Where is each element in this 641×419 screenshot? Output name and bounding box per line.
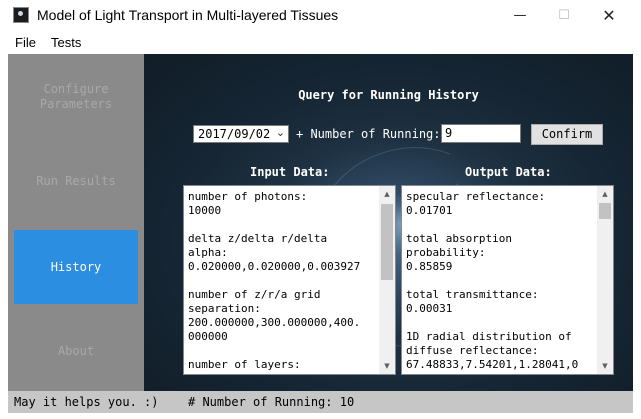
- running-number-label: + Number of Running:: [296, 127, 441, 141]
- menu-tests[interactable]: Tests: [51, 35, 81, 50]
- arrow-down-icon[interactable]: ▼: [379, 358, 395, 374]
- arrow-up-icon[interactable]: ▲: [379, 186, 395, 202]
- sidebar-item-run-results[interactable]: Run Results: [8, 174, 144, 189]
- maximize-button[interactable]: ☐: [541, 0, 587, 31]
- title-bar: Model of Light Transport in Multi-layere…: [0, 0, 641, 31]
- sidebar-item-label: Run Results: [36, 174, 116, 188]
- sidebar-item-label: History: [50, 260, 102, 274]
- sidebar-item-history[interactable]: History: [14, 230, 138, 304]
- sidebar: Configure Parameters Run Results History…: [8, 54, 144, 391]
- close-button[interactable]: ✕: [586, 0, 632, 31]
- query-heading: Query for Running History: [298, 88, 479, 102]
- status-message: May it helps you. :): [14, 395, 159, 409]
- confirm-button[interactable]: Confirm: [531, 124, 603, 145]
- sidebar-item-about[interactable]: About: [8, 344, 144, 359]
- input-data-label: Input Data:: [250, 165, 330, 179]
- status-bar: May it helps you. :) # Number of Running…: [8, 391, 633, 413]
- input-data-textbox[interactable]: number of photons: 10000 delta z/delta r…: [183, 185, 396, 375]
- window-title: Model of Light Transport in Multi-layere…: [37, 7, 339, 23]
- output-scrollbar[interactable]: ▲ ▼: [597, 186, 613, 374]
- menu-bar: File Tests: [0, 31, 641, 53]
- sidebar-item-label: Configure Parameters: [39, 82, 113, 111]
- scroll-thumb[interactable]: [381, 204, 393, 280]
- running-number-value: 9: [445, 126, 453, 140]
- history-panel: Query for Running History 2017/09/02 ⌄ +…: [144, 54, 633, 391]
- app-logo-icon: [13, 7, 29, 23]
- running-number-input[interactable]: 9: [441, 124, 521, 143]
- sidebar-item-label: About: [57, 344, 95, 358]
- menu-file[interactable]: File: [15, 35, 36, 50]
- sidebar-item-configure-parameters[interactable]: Configure Parameters: [8, 82, 144, 112]
- output-data-textbox[interactable]: specular reflectance: 0.01701 total abso…: [401, 185, 614, 375]
- date-value: 2017/09/02: [198, 127, 271, 141]
- status-running-count: # Number of Running: 10: [188, 395, 355, 409]
- chevron-down-icon: ⌄: [275, 126, 285, 139]
- scroll-thumb[interactable]: [599, 203, 611, 219]
- arrow-up-icon[interactable]: ▲: [597, 186, 613, 202]
- input-data-text: number of photons: 10000 delta z/delta r…: [188, 190, 361, 371]
- minimize-button[interactable]: —: [497, 0, 543, 31]
- input-scrollbar[interactable]: ▲ ▼: [379, 186, 395, 374]
- date-dropdown[interactable]: 2017/09/02 ⌄: [193, 125, 289, 143]
- output-data-text: specular reflectance: 0.01701 total abso…: [406, 190, 579, 371]
- arrow-down-icon[interactable]: ▼: [597, 358, 613, 374]
- output-data-label: Output Data:: [465, 165, 552, 179]
